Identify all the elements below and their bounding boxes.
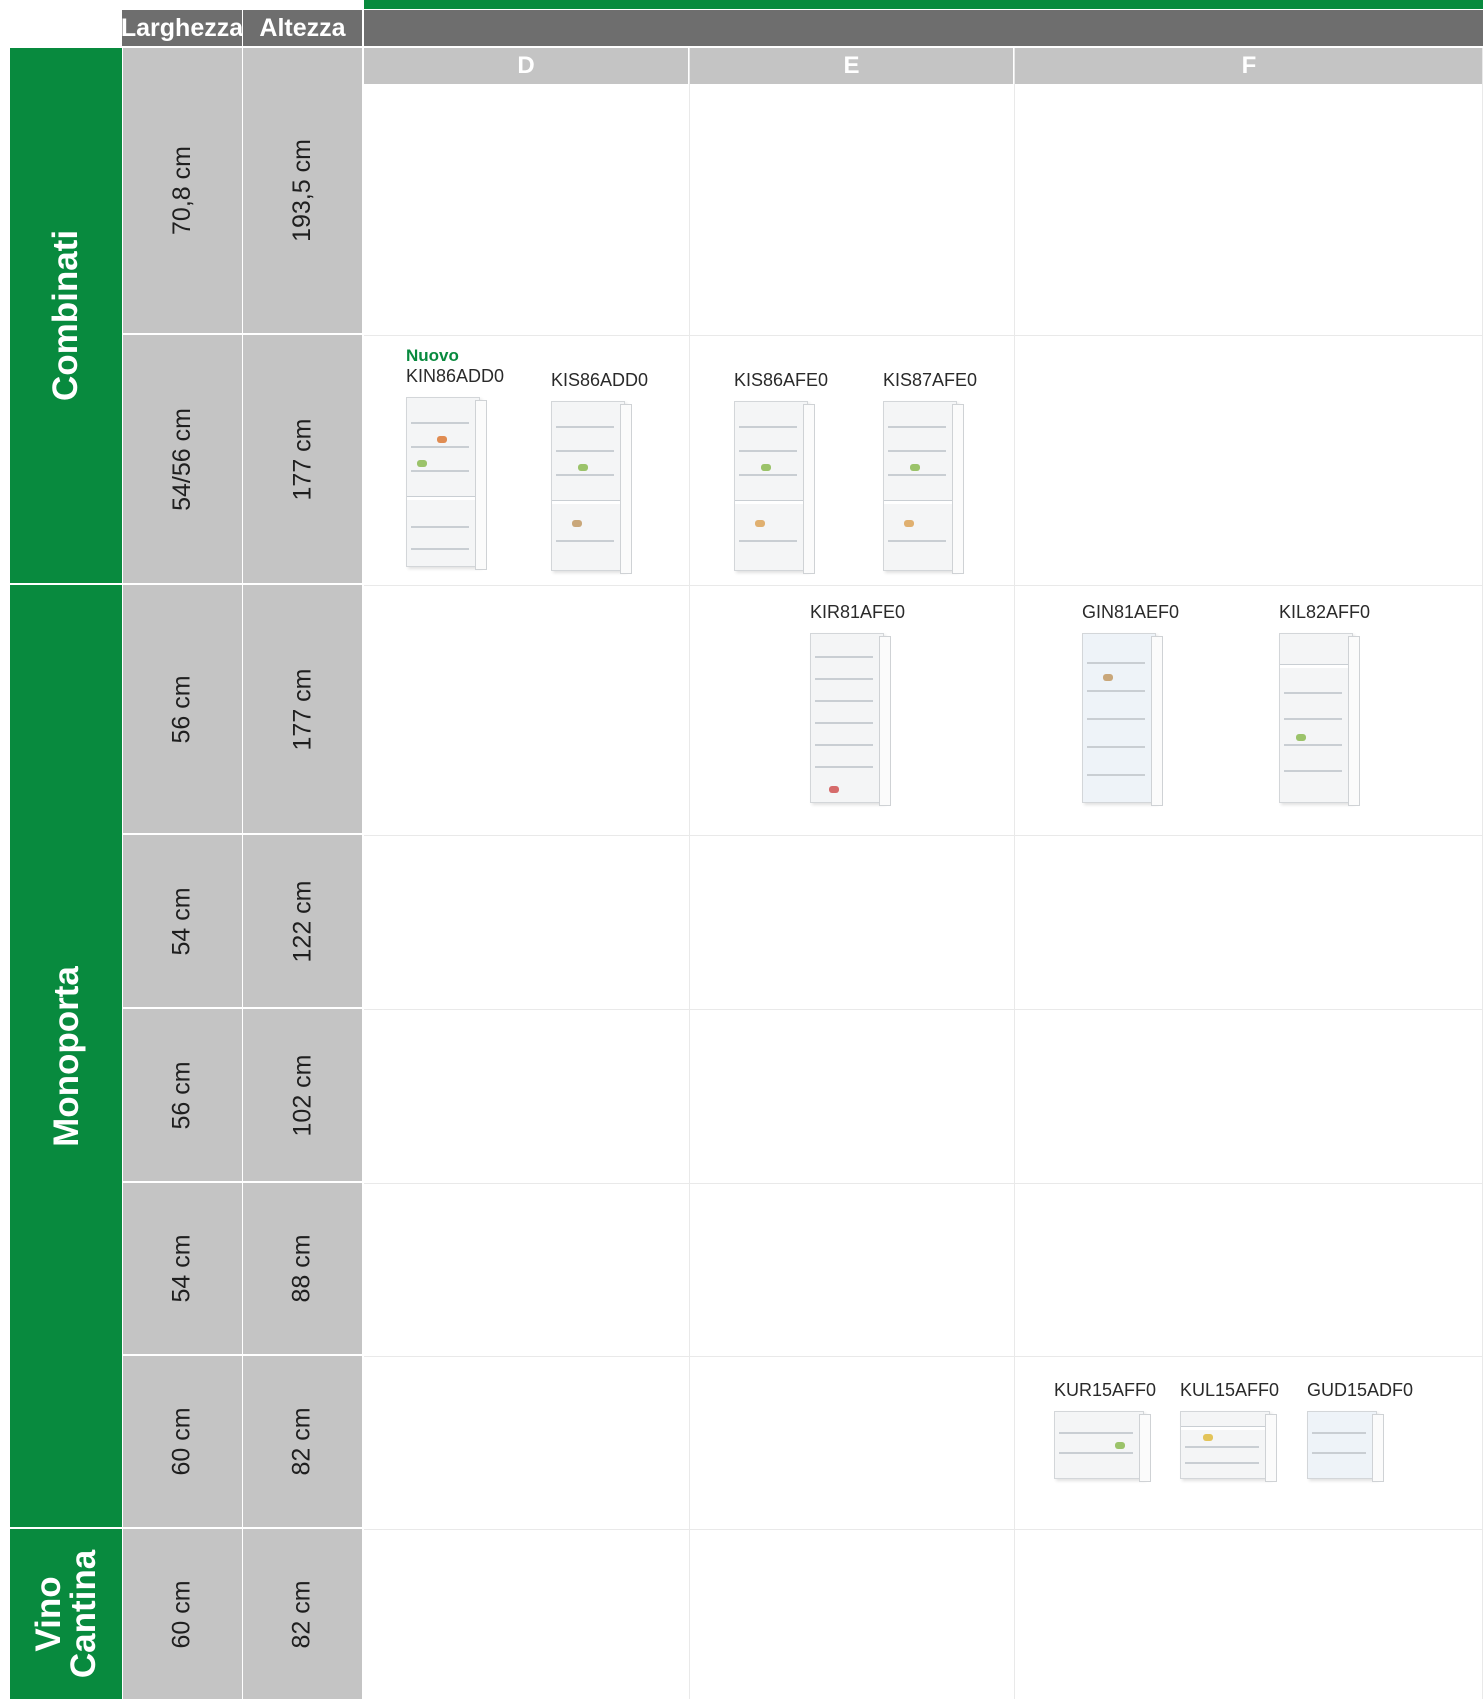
row-divider [364, 1009, 1483, 1010]
new-badge: Nuovo [406, 346, 459, 365]
product-code: KIN86ADD0 [406, 366, 505, 386]
product-card[interactable]: KUL15AFF0 [1180, 1379, 1280, 1482]
row-divider [364, 335, 1483, 336]
product-code: KIR81AFE0 [810, 602, 906, 622]
energy-class-header-d: D [364, 48, 688, 84]
fridge-icon [1279, 633, 1360, 806]
row-height: 82 cm [243, 1356, 362, 1529]
product-card[interactable]: KUR15AFF0 [1054, 1379, 1157, 1482]
undercounter-fridge-icon [1180, 1411, 1277, 1482]
row-height: 177 cm [243, 335, 362, 585]
fridge-freezer-icon [551, 401, 632, 574]
fridge-freezer-icon [883, 401, 964, 574]
row-height: 177 cm [243, 585, 362, 835]
fridge-freezer-icon [406, 397, 487, 570]
row-height: 82 cm [243, 1529, 362, 1699]
product-card[interactable]: KIR81AFE0 [810, 601, 906, 806]
category-label: Monoporta [46, 965, 86, 1147]
energy-class-header-e: E [690, 48, 1013, 84]
category-vino-cantina: Vino Cantina [10, 1529, 122, 1699]
fridge-icon [810, 633, 891, 806]
row-height: 102 cm [243, 1009, 362, 1183]
product-card[interactable]: GUD15ADF0 [1307, 1379, 1414, 1482]
product-card[interactable]: KIL82AFF0 [1279, 601, 1371, 806]
product-code: KUL15AFF0 [1180, 1380, 1280, 1400]
row-height: 88 cm [243, 1183, 362, 1356]
energy-class-header-f: F [1015, 48, 1483, 84]
column-divider [1014, 48, 1015, 1699]
row-divider [364, 585, 1483, 586]
product-code: KIS86AFE0 [734, 370, 829, 390]
row-width: 56 cm [123, 585, 242, 835]
row-width: 54 cm [123, 835, 242, 1009]
product-card[interactable]: Nuovo KIN86ADD0 [406, 346, 505, 570]
height-column-header: Altezza [243, 10, 362, 46]
row-divider [364, 1529, 1483, 1530]
row-width: 54/56 cm [123, 335, 242, 585]
width-column-header: Larghezza [121, 10, 243, 46]
product-card[interactable]: KIS87AFE0 [883, 369, 978, 574]
product-card[interactable]: GIN81AEF0 [1082, 601, 1180, 806]
row-width: 54 cm [123, 1183, 242, 1356]
product-code: KIS87AFE0 [883, 370, 978, 390]
product-card[interactable]: KIS86ADD0 [551, 369, 649, 574]
row-height: 122 cm [243, 835, 362, 1009]
row-width: 60 cm [123, 1356, 242, 1529]
row-width: 70,8 cm [123, 48, 242, 335]
product-code: GIN81AEF0 [1082, 602, 1180, 622]
row-divider [364, 1183, 1483, 1184]
undercounter-fridge-icon [1054, 1411, 1151, 1482]
category-combinati: Combinati [10, 48, 122, 585]
product-card[interactable]: KIS86AFE0 [734, 369, 829, 574]
category-label: Combinati [46, 229, 86, 402]
row-width: 56 cm [123, 1009, 242, 1183]
top-accent-bar [364, 0, 1483, 9]
row-width: 60 cm [123, 1529, 242, 1699]
category-label: Vino Cantina [29, 1549, 103, 1679]
header-bar [364, 10, 1483, 46]
product-code: KIS86ADD0 [551, 370, 649, 390]
freezer-icon [1307, 1411, 1384, 1482]
column-divider [689, 48, 690, 1699]
product-code: KUR15AFF0 [1054, 1380, 1157, 1400]
fridge-freezer-icon [734, 401, 815, 574]
product-code: KIL82AFF0 [1279, 602, 1371, 622]
freezer-icon [1082, 633, 1163, 806]
row-height: 193,5 cm [243, 48, 362, 335]
category-monoporta: Monoporta [10, 585, 122, 1529]
product-code: GUD15ADF0 [1307, 1380, 1414, 1400]
row-divider [364, 835, 1483, 836]
row-divider [364, 1356, 1483, 1357]
